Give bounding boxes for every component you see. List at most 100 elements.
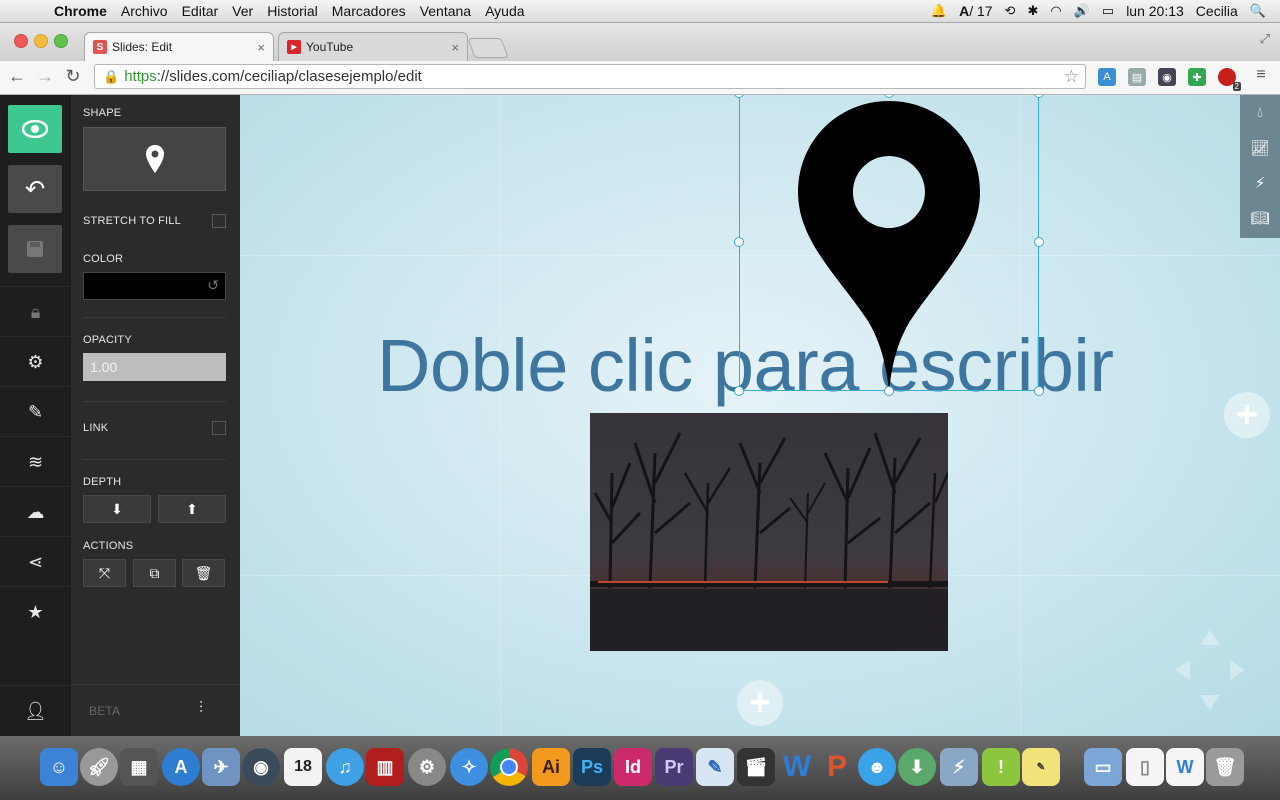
save-button[interactable] xyxy=(8,225,62,273)
color-picker[interactable]: ↺ xyxy=(83,272,226,300)
resize-handle[interactable] xyxy=(1034,237,1044,247)
menu-archivo[interactable]: Archivo xyxy=(121,3,168,19)
reader-extension-icon[interactable]: ▤ xyxy=(1128,68,1146,86)
adobe-status[interactable]: A/ 17 xyxy=(959,3,992,19)
stretch-checkbox[interactable] xyxy=(212,214,226,228)
lock-button[interactable]: 🔒︎ xyxy=(0,286,71,337)
slide-canvas[interactable]: Doble clic para escribir + + 💧︎ 📈︎ ⚡︎ 📖︎ xyxy=(240,95,1280,736)
app-store-icon[interactable]: A xyxy=(162,748,200,786)
menu-ayuda[interactable]: Ayuda xyxy=(485,3,524,19)
illustrator-icon[interactable]: Ai xyxy=(532,748,570,786)
resize-handle[interactable] xyxy=(1034,386,1044,396)
sliders-icon[interactable]: ⫶ xyxy=(199,700,203,718)
system-preferences-icon[interactable]: ⚙ xyxy=(408,748,446,786)
photoshop-icon[interactable]: Ps xyxy=(573,748,611,786)
folder-icon[interactable]: ▭ xyxy=(1084,748,1122,786)
photo-booth-icon[interactable]: ▥ xyxy=(366,748,404,786)
link-checkbox[interactable] xyxy=(212,421,226,435)
arrange-button[interactable]: ≋ xyxy=(0,436,71,487)
document-icon[interactable]: ▯ xyxy=(1126,748,1164,786)
finder-icon[interactable]: ☺ xyxy=(40,748,78,786)
menu-ver[interactable]: Ver xyxy=(232,3,253,19)
spotlight-search-icon[interactable]: 🔍 xyxy=(1250,3,1266,19)
favorites-button[interactable]: ★ xyxy=(0,586,71,637)
selection-box[interactable] xyxy=(739,95,1039,391)
close-tab-icon[interactable]: × xyxy=(257,40,265,55)
volume-icon[interactable]: 🔊 xyxy=(1074,3,1090,19)
resize-handle[interactable] xyxy=(734,237,744,247)
downloads-globe-icon[interactable]: ⬇ xyxy=(898,748,936,786)
clock[interactable]: lun 20:13 xyxy=(1126,3,1184,19)
drop-icon[interactable]: 💧︎ xyxy=(1240,95,1280,130)
word-document-icon[interactable]: W xyxy=(1166,748,1204,786)
preview-icon[interactable]: ✈ xyxy=(202,748,240,786)
add-slide-right-button[interactable]: + xyxy=(1224,392,1270,438)
back-button[interactable]: ← xyxy=(6,66,28,87)
delete-button[interactable]: 🗑︎ xyxy=(182,559,225,587)
fit-button[interactable]: ⤧ xyxy=(83,559,126,587)
battery-icon[interactable]: ▭ xyxy=(1102,3,1114,19)
new-tab-button[interactable] xyxy=(467,38,509,58)
camera-extension-icon[interactable]: ◉ xyxy=(1158,68,1176,86)
evernote-icon[interactable]: ! xyxy=(982,748,1020,786)
navigation-arrows-icon[interactable] xyxy=(1170,625,1250,715)
book-icon[interactable]: 📖︎ xyxy=(1240,200,1280,235)
stickies-icon[interactable]: ✎ xyxy=(1022,748,1060,786)
close-window-button[interactable] xyxy=(14,34,28,48)
notification-bell-icon[interactable]: 🔔 xyxy=(931,3,947,19)
account-button[interactable]: 👤︎ xyxy=(0,685,71,737)
reload-button[interactable]: ↻ xyxy=(62,66,84,87)
preview-button[interactable] xyxy=(8,105,62,153)
close-tab-icon[interactable]: × xyxy=(451,40,459,55)
launchpad-icon[interactable]: 🚀︎ xyxy=(80,748,118,786)
network-icon[interactable]: ⚡︎ xyxy=(940,748,978,786)
zoom-window-button[interactable] xyxy=(54,34,68,48)
reset-color-icon[interactable]: ↺ xyxy=(207,277,219,294)
address-bar[interactable]: 🔒 https://slides.com/ceciliap/clasesejem… xyxy=(94,64,1086,89)
bookmark-star-icon[interactable]: ☆ xyxy=(1064,67,1079,87)
resize-handle[interactable] xyxy=(884,386,894,396)
menu-app[interactable]: Chrome xyxy=(54,3,107,19)
menu-ventana[interactable]: Ventana xyxy=(420,3,471,19)
facetime-icon[interactable]: ◉ xyxy=(242,748,280,786)
add-slide-down-button[interactable]: + xyxy=(737,680,783,726)
safari-icon[interactable]: ✧ xyxy=(450,748,488,786)
resize-handle[interactable] xyxy=(734,386,744,396)
share-button[interactable]: ⋖ xyxy=(0,536,71,587)
chart-icon[interactable]: 📈︎ xyxy=(1240,130,1280,165)
menu-historial[interactable]: Historial xyxy=(267,3,318,19)
duplicate-button[interactable]: ⧉ xyxy=(133,559,176,587)
premiere-icon[interactable]: Pr xyxy=(655,748,693,786)
chrome-icon[interactable] xyxy=(490,748,528,786)
calendar-icon[interactable]: 18 xyxy=(284,748,322,786)
bluetooth-icon[interactable]: ✱ xyxy=(1027,3,1038,19)
import-button[interactable]: ☁ xyxy=(0,486,71,537)
final-cut-icon[interactable]: 🎬︎ xyxy=(737,748,775,786)
send-backward-button[interactable]: ⬇ xyxy=(83,495,151,523)
fullscreen-icon[interactable]: ⤢ xyxy=(1260,31,1270,47)
settings-button[interactable]: ⚙ xyxy=(0,336,71,387)
menu-editar[interactable]: Editar xyxy=(182,3,219,19)
lightning-icon[interactable]: ⚡︎ xyxy=(1240,165,1280,200)
user-name[interactable]: Cecilia xyxy=(1196,3,1238,19)
shape-picker[interactable] xyxy=(83,127,226,191)
minimize-window-button[interactable] xyxy=(34,34,48,48)
itunes-icon[interactable]: ♫ xyxy=(326,748,364,786)
tab-youtube[interactable]: ▶ YouTube × xyxy=(278,32,468,61)
undo-button[interactable]: ↶ xyxy=(8,165,62,213)
sunset-photo[interactable] xyxy=(590,413,948,651)
notes-app-icon[interactable]: ✎ xyxy=(696,748,734,786)
adblock-extension-icon[interactable]: 2 xyxy=(1218,68,1241,91)
forward-button[interactable]: → xyxy=(34,66,56,87)
wifi-icon[interactable]: ◠ xyxy=(1050,3,1061,19)
bring-forward-button[interactable]: ⬆ xyxy=(158,495,226,523)
puzzle-extension-icon[interactable]: ✚ xyxy=(1188,68,1206,86)
messenger-icon[interactable]: ☻ xyxy=(858,748,896,786)
menu-marcadores[interactable]: Marcadores xyxy=(332,3,406,19)
time-machine-icon[interactable]: ⟲ xyxy=(1005,3,1016,19)
indesign-icon[interactable]: Id xyxy=(614,748,652,786)
chrome-menu-icon[interactable]: ≡ xyxy=(1250,66,1272,84)
word-icon[interactable]: W xyxy=(778,748,816,786)
trash-icon[interactable]: 🗑︎ xyxy=(1206,748,1244,786)
style-button[interactable]: ✎ xyxy=(0,386,71,437)
